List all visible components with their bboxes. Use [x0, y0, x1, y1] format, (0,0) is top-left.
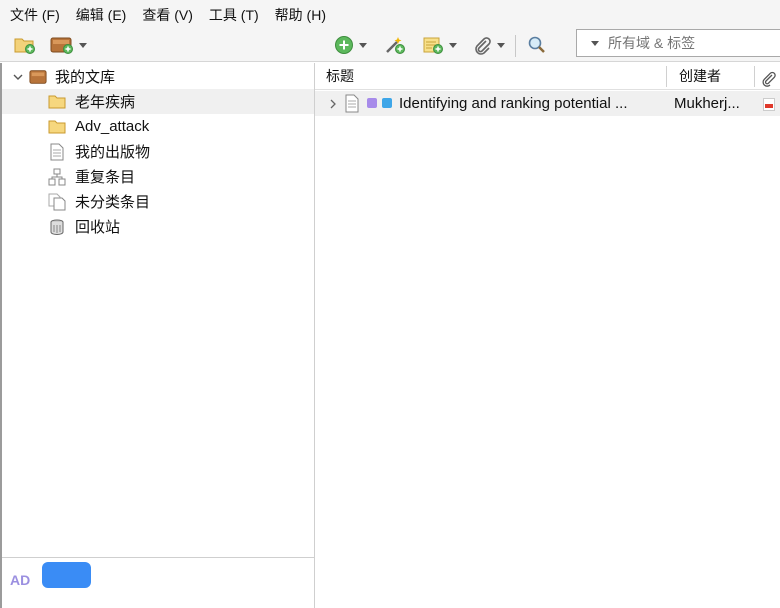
menu-tools[interactable]: 工具 (T) — [203, 4, 265, 26]
document-icon — [344, 94, 360, 116]
tree-item-label: 未分类条目 — [75, 194, 151, 211]
add-by-identifier-button[interactable] — [384, 33, 406, 57]
expand-chevron-icon[interactable] — [328, 97, 338, 113]
note-icon — [423, 37, 443, 54]
chevron-down-icon — [497, 42, 505, 48]
toolbar-separator — [515, 35, 516, 57]
magnifier-icon — [528, 36, 545, 53]
column-header-creator[interactable]: 创建者 — [679, 63, 721, 90]
item-title: Identifying and ranking potential ... — [399, 95, 628, 112]
column-resizer[interactable] — [754, 66, 755, 87]
menu-edit[interactable]: 编辑 (E) — [70, 4, 133, 26]
new-note-button[interactable] — [422, 33, 457, 57]
tag-color-swatch — [382, 98, 392, 108]
add-attachment-button[interactable] — [472, 33, 505, 57]
column-header-title[interactable]: 标题 — [326, 63, 354, 90]
tag-ad[interactable]: AD — [10, 572, 30, 588]
library-icon — [50, 37, 73, 54]
chevron-down-icon — [449, 42, 457, 48]
trash-icon — [48, 218, 66, 236]
column-resizer[interactable] — [666, 66, 667, 87]
add-circle-icon — [335, 36, 353, 54]
paperclip-icon — [762, 71, 776, 87]
folder-icon — [48, 118, 66, 136]
items-table-header: 标题 创建者 — [315, 63, 780, 90]
tree-item-my-publications[interactable]: 我的出版物 — [2, 139, 314, 164]
tree-item-label: Adv_attack — [75, 118, 150, 135]
folder-icon — [48, 93, 66, 111]
tree-item-duplicates[interactable]: 重复条目 — [2, 164, 314, 189]
chevron-down-icon — [359, 42, 367, 48]
chevron-down-icon — [79, 42, 87, 48]
advanced-search-button[interactable] — [527, 33, 547, 57]
library-icon — [29, 68, 47, 86]
search-mode-dropdown-icon[interactable] — [591, 40, 599, 46]
search-box[interactable] — [576, 29, 780, 57]
tree-item-label: 重复条目 — [75, 169, 136, 186]
menu-help[interactable]: 帮助 (H) — [269, 4, 332, 26]
search-input[interactable] — [608, 35, 780, 51]
items-pane: 标题 创建者 Identifying and ranking potential… — [315, 63, 780, 608]
tag-color-swatch — [367, 98, 377, 108]
column-header-attachments[interactable] — [761, 69, 777, 87]
menu-bar: 文件 (F) 编辑 (E) 查看 (V) 工具 (T) 帮助 (H) — [0, 0, 780, 29]
new-collection-icon — [14, 38, 35, 54]
magic-wand-icon — [386, 37, 405, 54]
document-icon — [48, 143, 66, 161]
paperclip-icon — [475, 37, 491, 55]
item-creator: Mukherj... — [674, 95, 740, 112]
tree-item-unfiled[interactable]: 未分类条目 — [2, 189, 314, 214]
tree-item-label: 回收站 — [75, 219, 121, 236]
menu-view[interactable]: 查看 (V) — [136, 4, 199, 26]
tree-item-trash[interactable]: 回收站 — [2, 214, 314, 239]
tag-selector-pill[interactable] — [42, 562, 91, 588]
unfiled-icon — [48, 193, 66, 211]
tree-item-my-library[interactable]: 我的文库 — [2, 64, 314, 89]
pdf-icon[interactable] — [763, 98, 775, 114]
collapse-chevron-icon[interactable] — [11, 70, 25, 84]
duplicate-icon — [48, 168, 66, 186]
tree-item-collection-1[interactable]: Adv_attack — [2, 114, 314, 139]
new-item-button[interactable] — [334, 33, 367, 57]
menu-file[interactable]: 文件 (F) — [4, 4, 66, 26]
tree-item-label: 老年疾病 — [75, 94, 136, 111]
new-collection-button[interactable] — [14, 33, 36, 57]
tree-item-label: 我的出版物 — [75, 144, 151, 161]
collections-pane: 我的文库 老年疾病 Adv_attack 我的出版物 重复条目 未分类条目 回收… — [0, 63, 315, 608]
table-row[interactable]: Identifying and ranking potential ... Mu… — [315, 91, 780, 116]
tag-selector: AD — [2, 557, 314, 608]
new-library-button[interactable] — [50, 33, 87, 57]
tree-item-label: 我的文库 — [55, 69, 116, 86]
tree-item-collection-0[interactable]: 老年疾病 — [2, 89, 314, 114]
